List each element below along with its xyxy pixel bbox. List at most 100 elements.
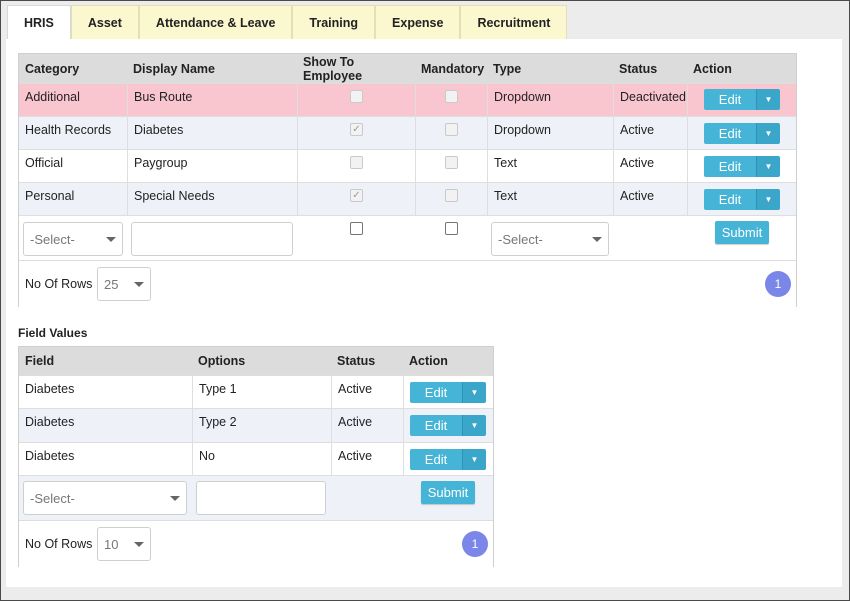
- field-select-value: -Select-: [30, 490, 75, 506]
- show-to-employee-field: [350, 222, 363, 238]
- header-action: Action: [409, 354, 448, 368]
- caret-down-icon[interactable]: ▼: [462, 415, 486, 436]
- tab-attendance-leave[interactable]: Attendance & Leave: [138, 5, 293, 39]
- caret-down-icon[interactable]: ▼: [756, 189, 780, 210]
- table-pager: No Of Rows : 10 1: [19, 521, 493, 567]
- caret-down-icon[interactable]: ▼: [462, 382, 486, 403]
- show-to-employee-checkbox: [350, 90, 363, 103]
- page-number-button[interactable]: 1: [462, 531, 488, 557]
- cell-status: Deactivated: [613, 84, 687, 116]
- cell-type: Text: [487, 150, 613, 182]
- cell-action: Edit ▼: [403, 443, 495, 475]
- edit-split-button: Edit ▼: [410, 449, 486, 470]
- rows-per-page-label: No Of Rows :: [25, 277, 100, 291]
- edit-button[interactable]: Edit: [704, 89, 756, 110]
- header-action: Action: [693, 61, 732, 76]
- custom-fields-table: Category Display Name Show To Employee M…: [18, 53, 797, 307]
- cell-mandatory: [415, 183, 487, 215]
- edit-button[interactable]: Edit: [704, 189, 756, 210]
- tab-hris[interactable]: HRIS: [7, 5, 71, 39]
- header-display-name: Display Name: [133, 61, 215, 76]
- cell-status: Active: [331, 376, 403, 408]
- options-input[interactable]: [196, 481, 326, 515]
- type-select[interactable]: -Select-: [491, 222, 609, 256]
- caret-down-icon: [170, 496, 180, 501]
- cell-action: Edit ▼: [403, 409, 495, 442]
- cell-action: Edit ▼: [687, 117, 797, 149]
- check-icon: ✓: [350, 123, 363, 136]
- edit-button[interactable]: Edit: [410, 449, 462, 470]
- cell-mandatory: [415, 84, 487, 116]
- check-icon: ✓: [350, 189, 363, 202]
- rows-per-page-select[interactable]: 25: [97, 267, 151, 301]
- field-values-title: Field Values: [18, 326, 88, 340]
- cell-display-name: Special Needs: [127, 183, 297, 215]
- cell-display-name: Paygroup: [127, 150, 297, 182]
- caret-down-icon[interactable]: ▼: [756, 156, 780, 177]
- window-frame: HRIS Asset Attendance & Leave Training E…: [0, 0, 850, 601]
- header-options: Options: [198, 354, 246, 368]
- edit-button[interactable]: Edit: [704, 156, 756, 177]
- tab-expense[interactable]: Expense: [375, 5, 461, 39]
- cell-show-to-employee: ✓: [297, 183, 415, 215]
- edit-button[interactable]: Edit: [410, 415, 462, 436]
- submit-button[interactable]: Submit: [421, 481, 475, 504]
- display-name-input[interactable]: [131, 222, 293, 256]
- header-status: Status: [619, 61, 658, 76]
- table-row: Diabetes No Active Edit ▼: [19, 443, 493, 476]
- edit-button[interactable]: Edit: [410, 382, 462, 403]
- edit-split-button: Edit ▼: [704, 189, 780, 210]
- table-row: Diabetes Type 2 Active Edit ▼: [19, 409, 493, 443]
- table-row: Health Records Diabetes ✓ Dropdown Activ…: [19, 117, 796, 150]
- field-select[interactable]: -Select-: [23, 481, 187, 515]
- tab-recruitment[interactable]: Recruitment: [460, 5, 568, 39]
- table-pager: No Of Rows : 25 1: [19, 261, 796, 307]
- rows-per-page-value: 25: [104, 276, 119, 292]
- caret-down-icon[interactable]: ▼: [756, 123, 780, 144]
- show-to-employee-checkbox[interactable]: [350, 222, 363, 235]
- tab-training[interactable]: Training: [292, 5, 376, 39]
- cell-type: Dropdown: [487, 117, 613, 149]
- header-status: Status: [337, 354, 376, 368]
- table-row: Official Paygroup Text Active Edit ▼: [19, 150, 796, 183]
- edit-button[interactable]: Edit: [704, 123, 756, 144]
- cell-category: Personal: [25, 189, 75, 203]
- cell-action: Edit ▼: [687, 150, 797, 182]
- field-values-table: Field Options Status Action Diabetes Typ…: [18, 346, 494, 567]
- cell-field: Diabetes: [25, 382, 75, 396]
- add-value-form: -Select- Submit: [19, 476, 493, 521]
- module-tabs: HRIS Asset Attendance & Leave Training E…: [7, 5, 568, 39]
- rows-per-page-value: 10: [104, 536, 119, 552]
- page-number-button[interactable]: 1: [765, 271, 791, 297]
- cell-mandatory: [415, 117, 487, 149]
- add-field-form: -Select- -Select- Submit: [19, 216, 796, 261]
- mandatory-checkbox[interactable]: [445, 222, 458, 235]
- mandatory-field: [445, 222, 458, 238]
- cell-show-to-employee: [297, 84, 415, 116]
- category-select[interactable]: -Select-: [23, 222, 123, 256]
- edit-split-button: Edit ▼: [410, 415, 486, 436]
- header-type: Type: [493, 61, 522, 76]
- caret-down-icon[interactable]: ▼: [756, 89, 780, 110]
- header-mandatory: Mandatory: [421, 61, 485, 76]
- rows-per-page-select[interactable]: 10: [97, 527, 151, 561]
- cell-show-to-employee: [297, 150, 415, 182]
- header-field: Field: [25, 354, 55, 368]
- cell-category: Official: [25, 156, 63, 170]
- cell-show-to-employee: ✓: [297, 117, 415, 149]
- category-select-value: -Select-: [30, 231, 75, 247]
- cell-mandatory: [415, 150, 487, 182]
- cell-field: Diabetes: [25, 415, 75, 429]
- cell-status: Active: [613, 150, 687, 182]
- cell-display-name: Diabetes: [127, 117, 297, 149]
- submit-button[interactable]: Submit: [715, 221, 769, 244]
- caret-down-icon[interactable]: ▼: [462, 449, 486, 470]
- cell-action: Edit ▼: [403, 376, 495, 408]
- caret-down-icon: [134, 282, 144, 287]
- rows-per-page-label: No Of Rows :: [25, 537, 100, 551]
- tab-asset[interactable]: Asset: [70, 5, 139, 39]
- cell-category: Additional: [25, 90, 80, 104]
- cell-options: Type 1: [192, 376, 331, 408]
- cell-status: Active: [613, 183, 687, 215]
- cell-display-name: Bus Route: [127, 84, 297, 116]
